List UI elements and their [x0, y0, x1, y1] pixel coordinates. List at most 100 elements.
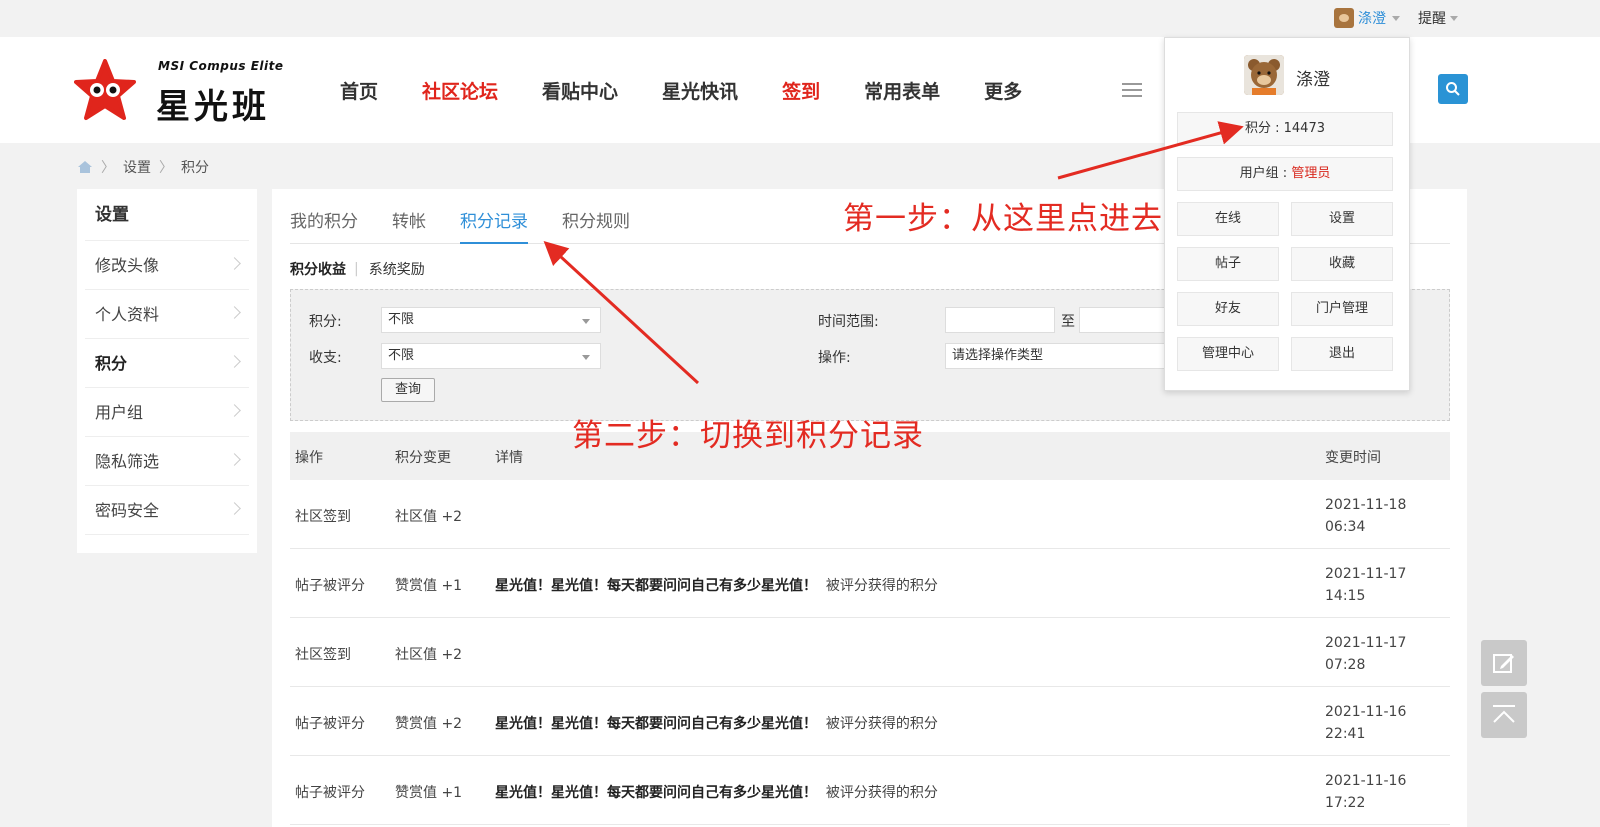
sidebar-item-points[interactable]: 积分 [85, 339, 249, 388]
col-operation: 操作 [295, 450, 323, 466]
chevron-right-icon [228, 306, 241, 319]
user-dropdown-panel: 涤澄 积分 : 14473 用户组 : 管理员 在线 设置 帖子 收藏 好友 门… [1164, 37, 1410, 391]
table-row: 帖子被评分 赞赏值 +1 星光值！星光值！每天都要问问自己有多少星光值！ 被评分… [290, 549, 1450, 618]
inout-filter-label: 收支: [309, 350, 342, 366]
points-box[interactable]: 积分 : 14473 [1177, 112, 1393, 146]
chevron-right-icon [228, 502, 241, 515]
points-select[interactable]: 不限 [381, 307, 601, 333]
inout-select-value: 不限 [388, 348, 415, 363]
subtab-income[interactable]: 积分收益 [290, 259, 346, 279]
table-row: 社区签到 社区值 +2 2021-11-18 06:34 [290, 480, 1450, 549]
logout-button[interactable]: 退出 [1291, 337, 1393, 371]
nav-item-forms[interactable]: 常用表单 [864, 77, 940, 104]
row-detail-link[interactable]: 星光值！星光值！每天都要问问自己有多少星光值！ [495, 785, 817, 801]
subtab-divider: | [354, 261, 359, 277]
site-logo[interactable]: MSI Compus Elite 星光班 [74, 57, 306, 127]
row-time: 2021-11-16 22:41 [1325, 701, 1406, 745]
edit-icon [1493, 654, 1514, 673]
settings-button[interactable]: 设置 [1291, 202, 1393, 236]
chevron-down-icon [582, 355, 590, 360]
row-change: 赞赏值 +2 [395, 716, 463, 732]
nav-item-posts[interactable]: 看贴中心 [542, 77, 618, 104]
nav-item-more[interactable]: 更多 [984, 77, 1022, 104]
star-mascot-icon [74, 59, 136, 120]
online-button[interactable]: 在线 [1177, 202, 1279, 236]
chevron-right-icon [228, 453, 241, 466]
sidebar-title: 设置 [85, 189, 249, 241]
sidebar-item-profile[interactable]: 个人资料 [85, 290, 249, 339]
sidebar-item-label: 个人资料 [95, 305, 160, 324]
time-start-input[interactable] [945, 307, 1055, 333]
tab-points-rules[interactable]: 积分规则 [562, 189, 630, 244]
row-change: 赞赏值 +1 [395, 578, 463, 594]
chevron-down-icon [582, 319, 590, 324]
sidebar-item-privacy[interactable]: 隐私筛选 [85, 437, 249, 486]
row-detail-text: 被评分获得的积分 [825, 578, 938, 594]
row-operation: 帖子被评分 [295, 578, 365, 594]
row-detail-link[interactable]: 星光值！星光值！每天都要问问自己有多少星光值！ [495, 716, 817, 732]
home-icon[interactable] [77, 160, 93, 174]
col-change: 积分变更 [395, 450, 451, 466]
user-avatar-mini [1334, 8, 1354, 28]
breadcrumb-settings[interactable]: 设置 [123, 157, 151, 177]
nav-item-forum[interactable]: 社区论坛 [422, 77, 498, 104]
list-menu-icon[interactable] [1122, 83, 1142, 99]
posts-button[interactable]: 帖子 [1177, 247, 1279, 281]
row-detail-text: 被评分获得的积分 [825, 716, 938, 732]
nav-item-signin[interactable]: 签到 [782, 77, 820, 104]
row-time: 2021-11-17 07:28 [1325, 632, 1406, 676]
usergroup-box[interactable]: 用户组 : 管理员 [1177, 157, 1393, 191]
row-operation: 社区签到 [295, 647, 351, 663]
query-button[interactable]: 查询 [381, 378, 435, 402]
row-change: 赞赏值 +1 [395, 785, 463, 801]
row-operation: 社区签到 [295, 509, 351, 525]
inout-select[interactable]: 不限 [381, 343, 601, 369]
time-to-label: 至 [1061, 314, 1075, 330]
row-date: 2021-11-17 [1325, 635, 1407, 651]
top-user-menu[interactable]: 涤澄 [1334, 8, 1400, 28]
row-time: 2021-11-16 17:22 [1325, 770, 1406, 814]
tab-transfer[interactable]: 转帐 [392, 189, 426, 244]
subtab-system-reward[interactable]: 系统奖励 [369, 259, 425, 279]
sidebar-item-usergroup[interactable]: 用户组 [85, 388, 249, 437]
logo-subtitle: MSI Compus Elite [158, 59, 284, 73]
panel-username[interactable]: 涤澄 [1296, 65, 1330, 90]
annotation-step2: 第二步：切换到积分记录 [572, 418, 924, 454]
row-date: 2021-11-17 [1325, 566, 1407, 582]
row-clock: 17:22 [1325, 795, 1366, 811]
row-detail-link[interactable]: 星光值！星光值！每天都要问问自己有多少星光值！ [495, 578, 817, 594]
user-avatar[interactable] [1244, 55, 1284, 95]
admin-center-button[interactable]: 管理中心 [1177, 337, 1279, 371]
top-bar: 涤澄 提醒 [0, 0, 1600, 37]
row-change: 社区值 +2 [395, 647, 463, 663]
chevron-right-icon [228, 404, 241, 417]
bear-avatar-icon [1244, 55, 1284, 95]
back-to-top-button[interactable] [1481, 692, 1527, 738]
new-post-button[interactable] [1481, 640, 1527, 686]
logo-title: 星光班 [156, 87, 270, 127]
search-icon [1446, 82, 1460, 96]
nav-item-home[interactable]: 首页 [340, 77, 378, 104]
col-time: 变更时间 [1325, 450, 1381, 466]
row-time: 2021-11-18 06:34 [1325, 494, 1406, 538]
operation-label: 操作: [818, 350, 851, 366]
sidebar-item-password[interactable]: 密码安全 [85, 486, 249, 535]
remind-menu[interactable]: 提醒 [1418, 8, 1458, 28]
time-range-label: 时间范围: [818, 314, 879, 330]
nav-item-news[interactable]: 星光快讯 [662, 77, 738, 104]
breadcrumb-points[interactable]: 积分 [181, 157, 209, 177]
favorites-button[interactable]: 收藏 [1291, 247, 1393, 281]
chevron-down-icon [1450, 15, 1458, 21]
row-detail-text: 被评分获得的积分 [825, 785, 938, 801]
breadcrumb: 〉 设置 〉 积分 [77, 157, 209, 177]
row-date: 2021-11-18 [1325, 497, 1407, 513]
sidebar-item-avatar[interactable]: 修改头像 [85, 241, 249, 290]
friends-button[interactable]: 好友 [1177, 292, 1279, 326]
tab-points-log[interactable]: 积分记录 [460, 189, 528, 244]
annotation-step1: 第一步：从这里点进去 [843, 201, 1163, 237]
points-select-value: 不限 [388, 312, 415, 327]
tab-my-points[interactable]: 我的积分 [290, 189, 358, 244]
search-button[interactable] [1438, 74, 1468, 104]
portal-admin-button[interactable]: 门户管理 [1291, 292, 1393, 326]
operation-select[interactable]: 请选择操作类型 [945, 343, 1165, 369]
